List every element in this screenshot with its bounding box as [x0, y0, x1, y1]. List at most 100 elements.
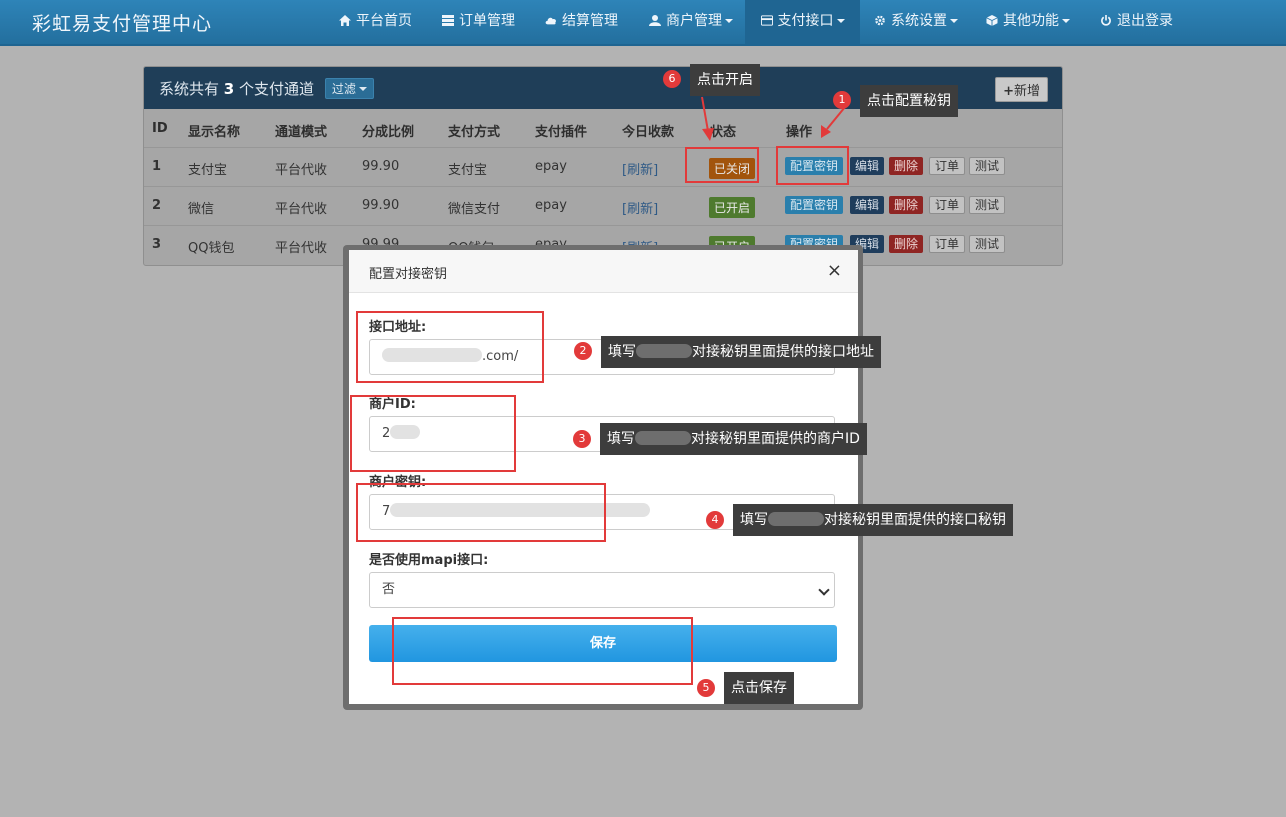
nav-orders-label: 订单管理	[459, 13, 515, 29]
cell-plugin: epay	[535, 198, 567, 213]
user-icon	[649, 15, 661, 26]
modal-header: 配置对接密钥 ×	[349, 250, 858, 293]
col-name: 显示名称	[188, 125, 241, 140]
edit-button[interactable]: 编辑	[850, 196, 885, 214]
table-row: 1 支付宝 平台代收 99.90 支付宝 epay [刷新] 已关闭 配置密钥 …	[144, 147, 1062, 187]
step-badge: 1	[833, 91, 851, 109]
arrow-icon	[701, 96, 714, 141]
col-today: 今日收款	[622, 125, 675, 140]
plus-icon: +	[1003, 84, 1014, 99]
mapi-select[interactable]: 否	[369, 572, 835, 608]
nav-payment-interface[interactable]: 支付接口	[745, 0, 860, 44]
refresh-link[interactable]: [刷新]	[622, 198, 658, 217]
nav-system-settings[interactable]: 系统设置	[874, 0, 958, 44]
tip-text-before: 填写	[740, 512, 768, 528]
highlight-config-key	[776, 146, 849, 185]
nav-home-label: 平台首页	[356, 13, 412, 29]
test-button[interactable]: 测试	[969, 196, 1006, 214]
power-icon	[1101, 15, 1111, 26]
test-button[interactable]: 测试	[969, 235, 1006, 253]
orders-button[interactable]: 订单	[929, 196, 966, 214]
orders-button[interactable]: 订单	[929, 235, 966, 253]
nav-settlement[interactable]: 结算管理	[545, 0, 618, 44]
tip-click-save: 点击保存	[724, 672, 794, 704]
cell-method: 微信支付	[448, 202, 501, 217]
config-key-button[interactable]: 配置密钥	[785, 196, 844, 214]
filter-button[interactable]: 过滤	[324, 78, 374, 99]
close-icon[interactable]: ×	[827, 260, 842, 281]
highlight-save	[392, 617, 693, 685]
col-plugin: 支付插件	[535, 125, 588, 140]
highlight-status	[685, 147, 759, 183]
cell-name: 微信	[188, 202, 215, 217]
cell-rate: 99.90	[362, 159, 400, 174]
gear-icon	[875, 15, 885, 26]
orders-button[interactable]: 订单	[929, 157, 966, 175]
nav-home[interactable]: 平台首页	[339, 0, 412, 44]
highlight-merchant-key	[356, 483, 606, 542]
step-badge: 5	[697, 679, 715, 697]
nav-logout-label: 退出登录	[1117, 13, 1173, 29]
delete-button[interactable]: 删除	[889, 157, 924, 175]
arrow-icon	[821, 106, 846, 138]
tip-fill-api-url: 填写 对接秘钥里面提供的接口地址	[601, 336, 881, 368]
cell-method: 支付宝	[448, 163, 488, 178]
delete-button[interactable]: 删除	[889, 196, 924, 214]
tip-text-after: 对接秘钥里面提供的接口秘钥	[824, 512, 1006, 528]
redacted-text	[635, 431, 691, 445]
refresh-link[interactable]: [刷新]	[622, 159, 658, 178]
chevron-down-icon	[358, 87, 367, 91]
brand-title: 彩虹易支付管理中心	[32, 13, 213, 35]
redacted-text	[636, 344, 692, 358]
status-badge[interactable]: 已开启	[709, 197, 756, 218]
nav-orders[interactable]: 订单管理	[442, 0, 515, 44]
card-icon	[760, 15, 773, 26]
nav-payment-interface-label: 支付接口	[777, 13, 834, 29]
col-mode: 通道模式	[275, 125, 328, 140]
cell-id: 3	[152, 237, 162, 252]
channel-count: 3	[223, 80, 235, 98]
modal-title: 配置对接密钥	[369, 267, 448, 282]
tip-click-enable: 点击开启	[690, 64, 760, 96]
edit-button[interactable]: 编辑	[850, 157, 885, 175]
tip-click-config-key: 点击配置秘钥	[860, 85, 958, 117]
mapi-label: 是否使用mapi接口:	[369, 553, 489, 568]
step-badge: 3	[573, 430, 591, 448]
highlight-merchant-id	[350, 395, 516, 472]
col-rate: 分成比例	[362, 125, 415, 140]
tip-text-after: 对接秘钥里面提供的接口地址	[692, 344, 874, 360]
cell-id: 2	[152, 198, 162, 213]
nav-system-settings-label: 系统设置	[891, 13, 947, 29]
test-button[interactable]: 测试	[969, 157, 1006, 175]
highlight-api-url	[356, 311, 544, 383]
redacted-text	[768, 512, 824, 526]
delete-button[interactable]: 删除	[889, 235, 924, 253]
top-navbar: 彩虹易支付管理中心 平台首页 订单管理 结算管理 商户管理 支付接口 系统设置 …	[0, 0, 1286, 46]
cell-mode: 平台代收	[275, 202, 328, 217]
mapi-selected-value: 否	[382, 582, 396, 597]
col-method: 支付方式	[448, 125, 501, 140]
panel-title: 系统共有 3 个支付通道 过滤	[159, 78, 374, 99]
cell-mode: 平台代收	[275, 241, 328, 256]
cube-icon	[986, 15, 998, 26]
filter-label: 过滤	[331, 82, 356, 96]
col-id: ID	[152, 121, 168, 136]
col-actions: 操作	[786, 125, 813, 140]
step-badge: 4	[706, 511, 724, 529]
table-row: 2 微信 平台代收 99.90 微信支付 epay [刷新] 已开启 配置密钥 …	[144, 186, 1062, 226]
add-label: 新增	[1013, 84, 1040, 99]
nav-logout[interactable]: 退出登录	[1100, 0, 1173, 44]
add-channel-button[interactable]: +新增	[995, 77, 1048, 102]
nav-merchants[interactable]: 商户管理	[649, 0, 733, 44]
tip-text-after: 对接秘钥里面提供的商户ID	[691, 431, 860, 447]
chevron-down-icon	[950, 19, 958, 23]
panel-title-prefix: 系统共有	[159, 80, 220, 98]
nav-other-functions-label: 其他功能	[1003, 13, 1059, 29]
panel-title-suffix: 个支付通道	[239, 80, 315, 98]
chevron-down-icon	[836, 19, 845, 23]
nav-other-functions[interactable]: 其他功能	[986, 0, 1070, 44]
cell-rate: 99.90	[362, 198, 400, 213]
home-icon	[339, 15, 351, 26]
cloud-icon	[545, 17, 556, 25]
nav-merchants-label: 商户管理	[666, 13, 722, 29]
